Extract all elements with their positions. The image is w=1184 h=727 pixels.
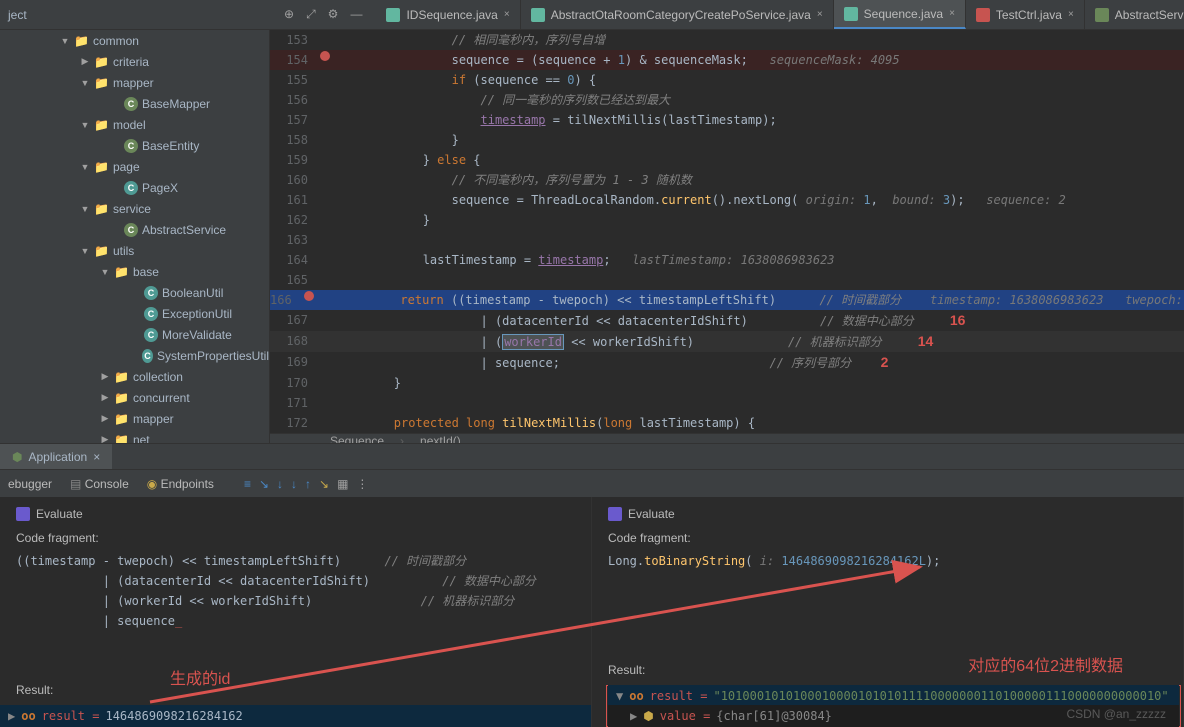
annotation-14: 14 [918,333,934,349]
class-icon: C [144,307,158,321]
tree-item[interactable]: CExceptionUtil [0,303,269,324]
tool-window-tabs: ⬢Application× [0,443,1184,469]
class-icon: C [124,181,138,195]
tree-item[interactable]: ▶📁criteria [0,51,269,72]
tree-item[interactable]: CBooleanUtil [0,282,269,303]
tree-item[interactable]: ▶📁net [0,429,269,443]
breakpoint-icon[interactable] [320,51,330,61]
close-icon[interactable]: × [817,9,823,20]
folder-icon: 📁 [114,391,129,405]
folder-icon: 📁 [94,244,109,258]
debugger-tab[interactable]: ebugger [8,477,52,491]
tab-testctrl[interactable]: TestCtrl.java× [966,0,1085,29]
folder-icon: 📁 [94,160,109,174]
annotation-generated-id: 生成的id [170,665,230,689]
evaluate-icon [16,507,30,521]
annotation-16: 16 [950,312,966,328]
folder-icon: 📁 [114,412,129,426]
step-icon[interactable]: ↓ [291,477,297,491]
object-icon: oo [629,689,643,703]
watermark: CSDN @an_zzzzz [1066,707,1166,721]
folder-icon: 📁 [94,76,109,90]
top-toolbar: ject ⊕ ⤢ ⚙ — IDSequence.java× AbstractOt… [0,0,1184,30]
tree-item[interactable]: ▼📁model [0,114,269,135]
tab-idsequence[interactable]: IDSequence.java× [376,0,520,29]
folder-icon: 📁 [94,55,109,69]
tree-item[interactable]: ▼📁service [0,198,269,219]
close-icon[interactable]: × [504,9,510,20]
class-icon: C [124,97,138,111]
tree-item[interactable]: CPageX [0,177,269,198]
folder-icon: 📁 [114,265,129,279]
close-icon[interactable]: × [949,8,955,19]
code-editor[interactable]: 153 // 相同毫秒内，序列号自增 154 sequence = (seque… [270,30,1184,443]
close-icon[interactable]: × [1068,9,1074,20]
tab-abstractservice[interactable]: AbstractService.java× [1085,0,1184,29]
project-tree[interactable]: ▼📁common▶📁criteria▼📁mapperCBaseMapper▼📁m… [0,30,270,443]
tree-item[interactable]: ▼📁mapper [0,72,269,93]
annotation-2: 2 [873,354,889,370]
java-file-icon [386,8,400,22]
evaluate-icon [608,507,622,521]
class-icon: C [142,349,153,363]
folder-icon: 📁 [94,202,109,216]
settings-icon[interactable]: ⚙ [328,7,339,22]
tree-item[interactable]: ▼📁page [0,156,269,177]
class-icon: C [144,286,158,300]
tree-item[interactable]: ▼📁common [0,30,269,51]
java-file-icon [976,8,990,22]
tree-item[interactable]: CAbstractService [0,219,269,240]
close-icon[interactable]: × [93,450,100,464]
editor-tabs: IDSequence.java× AbstractOtaRoomCategory… [376,0,1184,29]
breadcrumb[interactable]: Sequence›nextId() [270,433,1184,443]
tree-item[interactable]: ▶📁collection [0,366,269,387]
step-over-icon[interactable]: ≡ [244,477,251,491]
tree-item[interactable]: ▼📁utils [0,240,269,261]
tree-item[interactable]: ▶📁concurrent [0,387,269,408]
folder-icon: 📁 [114,433,129,444]
tree-item[interactable]: CBaseEntity [0,135,269,156]
tree-item[interactable]: ▼📁base [0,261,269,282]
evaluate-icon[interactable]: ▦ [337,477,348,491]
expand-icon[interactable]: ⤢ [306,7,316,22]
folder-icon: 📁 [94,118,109,132]
tree-item[interactable]: CBaseMapper [0,93,269,114]
tree-item[interactable]: ▶📁mapper [0,408,269,429]
run-to-cursor-icon[interactable]: ↘ [319,477,329,491]
annotation-binary-data: 对应的64位2进制数据 [968,652,1123,676]
evaluate-panel-left: Evaluate Code fragment: ((timestamp - tw… [0,497,592,727]
debug-toolbar: ebugger ▤ Console ◉ Endpoints ≡ ↘ ↓ ↓ ↑ … [0,469,1184,497]
collapse-icon[interactable]: — [350,7,362,22]
folder-icon: 📁 [74,34,89,48]
step-icon[interactable]: ↓ [277,477,283,491]
tree-item[interactable]: CMoreValidate [0,324,269,345]
folder-icon: 📁 [114,370,129,384]
result-row[interactable]: ▶ooresult = 1464869098216284162 [0,705,591,727]
java-file-icon [531,8,545,22]
evaluate-panel-right: Evaluate Code fragment: Long.toBinaryStr… [592,497,1184,727]
project-label: ject [8,8,27,22]
class-icon: C [124,223,138,237]
tree-item[interactable]: CSystemPropertiesUtil [0,345,269,366]
breakpoint-icon[interactable] [304,291,314,301]
class-icon: C [124,139,138,153]
step-out-icon[interactable]: ↑ [305,477,311,491]
code-fragment-input[interactable]: ((timestamp - twepoch) << timestampLeftS… [16,551,575,631]
code-fragment-input[interactable]: Long.toBinaryString( i: 1464869098216284… [608,551,1167,571]
more-icon[interactable]: ⋮ [356,477,368,491]
endpoints-tab[interactable]: ◉ Endpoints [147,477,214,491]
step-into-icon[interactable]: ↘ [259,477,269,491]
class-icon: C [144,328,158,342]
console-tab[interactable]: ▤ Console [70,477,129,491]
tab-sequence[interactable]: Sequence.java× [834,0,966,29]
tab-abstract-ota[interactable]: AbstractOtaRoomCategoryCreatePoService.j… [521,0,834,29]
target-icon[interactable]: ⊕ [284,7,294,22]
result-row[interactable]: ▼ooresult = "101000101010001000010101011… [608,685,1179,707]
java-file-icon [844,7,858,21]
java-file-icon [1095,8,1109,22]
application-tab[interactable]: ⬢Application× [0,444,112,469]
object-icon: oo [21,709,35,723]
